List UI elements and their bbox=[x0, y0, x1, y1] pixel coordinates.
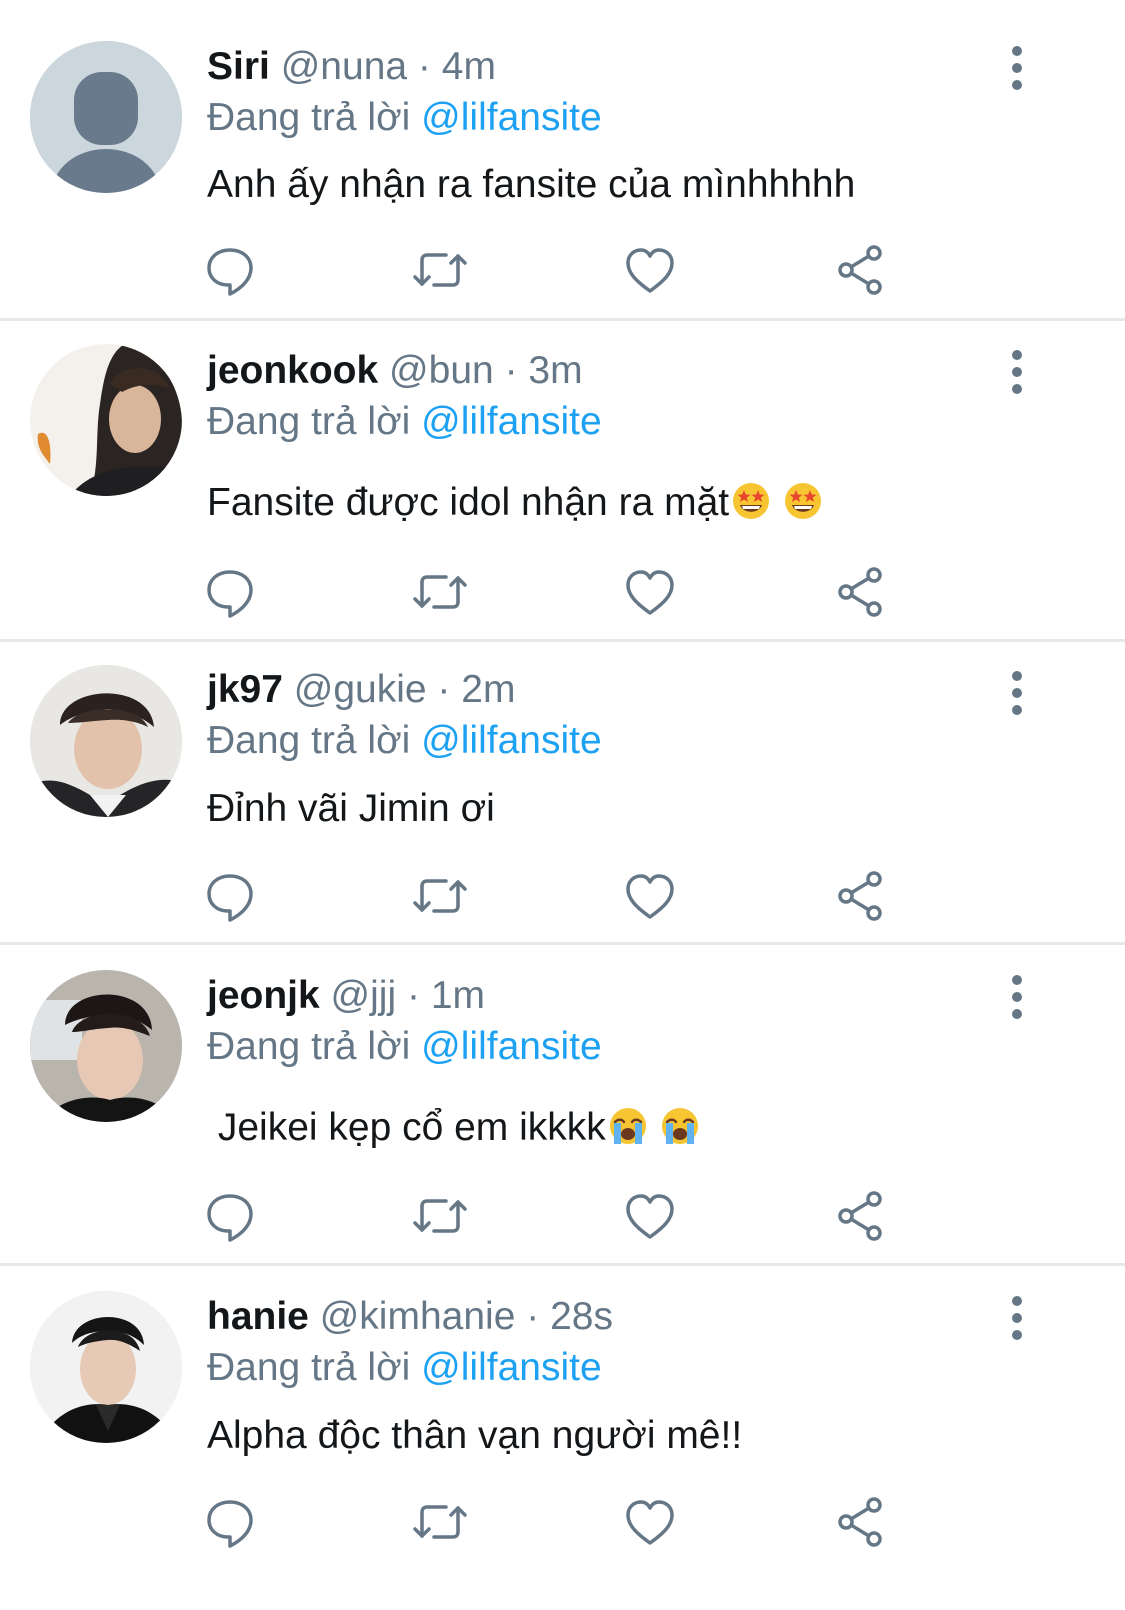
reply-prefix: Đang trả lời bbox=[207, 1025, 411, 1068]
share-icon[interactable] bbox=[830, 562, 890, 622]
mention-link[interactable]: @lilfansite bbox=[421, 1346, 602, 1389]
user-handle[interactable]: @nuna bbox=[281, 45, 407, 88]
user-handle[interactable]: @jjj bbox=[331, 974, 397, 1017]
retweet-icon[interactable] bbox=[410, 1186, 470, 1246]
more-options-icon[interactable] bbox=[1000, 1292, 1034, 1344]
replies-feed: Siri @nuna · 4m Đang trả lời @lilfansite… bbox=[0, 0, 1125, 1610]
reply-icon[interactable] bbox=[200, 1186, 260, 1246]
reply-context: Đang trả lời @lilfansite bbox=[207, 95, 602, 141]
tweet-text: Jeikei kẹp cổ em ikkkk bbox=[207, 1105, 700, 1151]
reply-icon[interactable] bbox=[200, 240, 260, 300]
more-options-icon[interactable] bbox=[1000, 667, 1034, 719]
tweet[interactable]: jeonkook @bun · 3m Đang trả lời @lilfans… bbox=[0, 322, 1125, 640]
timestamp[interactable]: 28s bbox=[550, 1295, 613, 1338]
avatar[interactable] bbox=[30, 665, 182, 817]
reply-icon[interactable] bbox=[200, 1492, 260, 1552]
divider bbox=[0, 639, 1125, 642]
display-name[interactable]: jk97 bbox=[207, 668, 283, 711]
tweet-header: jk97 @gukie · 2m bbox=[207, 667, 515, 713]
retweet-icon[interactable] bbox=[410, 866, 470, 926]
tweet-header: jeonjk @jjj · 1m bbox=[207, 973, 485, 1019]
avatar[interactable] bbox=[30, 970, 182, 1122]
display-name[interactable]: Siri bbox=[207, 45, 270, 88]
tweet-text-content: Jeikei kẹp cổ em ikkkk bbox=[207, 1106, 606, 1149]
separator: · bbox=[504, 349, 518, 392]
tweet-header: Siri @nuna · 4m bbox=[207, 44, 496, 90]
tweet-text: Anh ấy nhận ra fansite của mìnhhhhh bbox=[207, 162, 855, 208]
avatar[interactable] bbox=[30, 41, 182, 193]
more-options-icon[interactable] bbox=[1000, 42, 1034, 94]
avatar[interactable] bbox=[30, 344, 182, 496]
more-options-icon[interactable] bbox=[1000, 346, 1034, 398]
reply-context: Đang trả lời @lilfansite bbox=[207, 399, 602, 445]
retweet-icon[interactable] bbox=[410, 240, 470, 300]
star-struck-emoji bbox=[733, 483, 770, 519]
tweet-text: Fansite được idol nhận ra mặt bbox=[207, 480, 823, 526]
reply-prefix: Đang trả lời bbox=[207, 1346, 411, 1389]
loudly-crying-emoji bbox=[609, 1108, 646, 1144]
profile-photo bbox=[30, 1291, 182, 1443]
like-icon[interactable] bbox=[620, 866, 680, 926]
mention-link[interactable]: @lilfansite bbox=[421, 1025, 602, 1068]
timestamp[interactable]: 1m bbox=[431, 974, 485, 1017]
like-icon[interactable] bbox=[620, 240, 680, 300]
divider bbox=[0, 1263, 1125, 1266]
divider bbox=[0, 942, 1125, 945]
tweet-header: hanie @kimhanie · 28s bbox=[207, 1294, 613, 1340]
tweet[interactable]: Siri @nuna · 4m Đang trả lời @lilfansite… bbox=[0, 0, 1125, 320]
reply-prefix: Đang trả lời bbox=[207, 719, 411, 762]
tweet[interactable]: hanie @kimhanie · 28s Đang trả lời @lilf… bbox=[0, 1267, 1125, 1610]
separator: · bbox=[406, 974, 420, 1017]
retweet-icon[interactable] bbox=[410, 1492, 470, 1552]
user-handle[interactable]: @bun bbox=[389, 349, 494, 392]
reply-icon[interactable] bbox=[200, 866, 260, 926]
like-icon[interactable] bbox=[620, 1186, 680, 1246]
divider bbox=[0, 318, 1125, 321]
tweet-header: jeonkook @bun · 3m bbox=[207, 348, 583, 394]
timestamp[interactable]: 2m bbox=[461, 668, 515, 711]
tweet-text-content: Đỉnh vãi Jimin ơi bbox=[207, 787, 495, 830]
reply-context: Đang trả lời @lilfansite bbox=[207, 718, 602, 764]
tweet[interactable]: jeonjk @jjj · 1m Đang trả lời @lilfansit… bbox=[0, 946, 1125, 1264]
mention-link[interactable]: @lilfansite bbox=[421, 400, 602, 443]
reply-prefix: Đang trả lời bbox=[207, 96, 411, 139]
share-icon[interactable] bbox=[830, 1492, 890, 1552]
loudly-crying-emoji bbox=[661, 1108, 698, 1144]
profile-photo bbox=[30, 344, 182, 496]
separator: · bbox=[526, 1295, 540, 1338]
user-handle[interactable]: @gukie bbox=[294, 668, 427, 711]
default-avatar-icon bbox=[30, 41, 182, 193]
profile-photo bbox=[30, 970, 182, 1122]
tweet[interactable]: jk97 @gukie · 2m Đang trả lời @lilfansit… bbox=[0, 643, 1125, 943]
share-icon[interactable] bbox=[830, 1186, 890, 1246]
reply-context: Đang trả lời @lilfansite bbox=[207, 1345, 602, 1391]
tweet-text-content: Alpha độc thân vạn người mê!! bbox=[207, 1414, 743, 1457]
reply-context: Đang trả lời @lilfansite bbox=[207, 1024, 602, 1070]
avatar[interactable] bbox=[30, 1291, 182, 1443]
separator: · bbox=[417, 45, 431, 88]
mention-link[interactable]: @lilfansite bbox=[421, 719, 602, 762]
reply-icon[interactable] bbox=[200, 562, 260, 622]
mention-link[interactable]: @lilfansite bbox=[421, 96, 602, 139]
tweet-text: Đỉnh vãi Jimin ơi bbox=[207, 786, 495, 832]
timestamp[interactable]: 3m bbox=[528, 349, 582, 392]
like-icon[interactable] bbox=[620, 562, 680, 622]
more-options-icon[interactable] bbox=[1000, 971, 1034, 1023]
display-name[interactable]: jeonkook bbox=[207, 349, 378, 392]
separator: · bbox=[437, 668, 451, 711]
timestamp[interactable]: 4m bbox=[442, 45, 496, 88]
display-name[interactable]: hanie bbox=[207, 1295, 309, 1338]
tweet-text-content: Anh ấy nhận ra fansite của mìnhhhhh bbox=[207, 163, 856, 206]
share-icon[interactable] bbox=[830, 240, 890, 300]
retweet-icon[interactable] bbox=[410, 562, 470, 622]
display-name[interactable]: jeonjk bbox=[207, 974, 320, 1017]
reply-prefix: Đang trả lời bbox=[207, 400, 411, 443]
profile-photo bbox=[30, 665, 182, 817]
tweet-text-content: Fansite được idol nhận ra mặt bbox=[207, 481, 730, 524]
user-handle[interactable]: @kimhanie bbox=[320, 1295, 516, 1338]
star-struck-emoji bbox=[785, 483, 822, 519]
share-icon[interactable] bbox=[830, 866, 890, 926]
like-icon[interactable] bbox=[620, 1492, 680, 1552]
tweet-text: Alpha độc thân vạn người mê!! bbox=[207, 1413, 742, 1459]
